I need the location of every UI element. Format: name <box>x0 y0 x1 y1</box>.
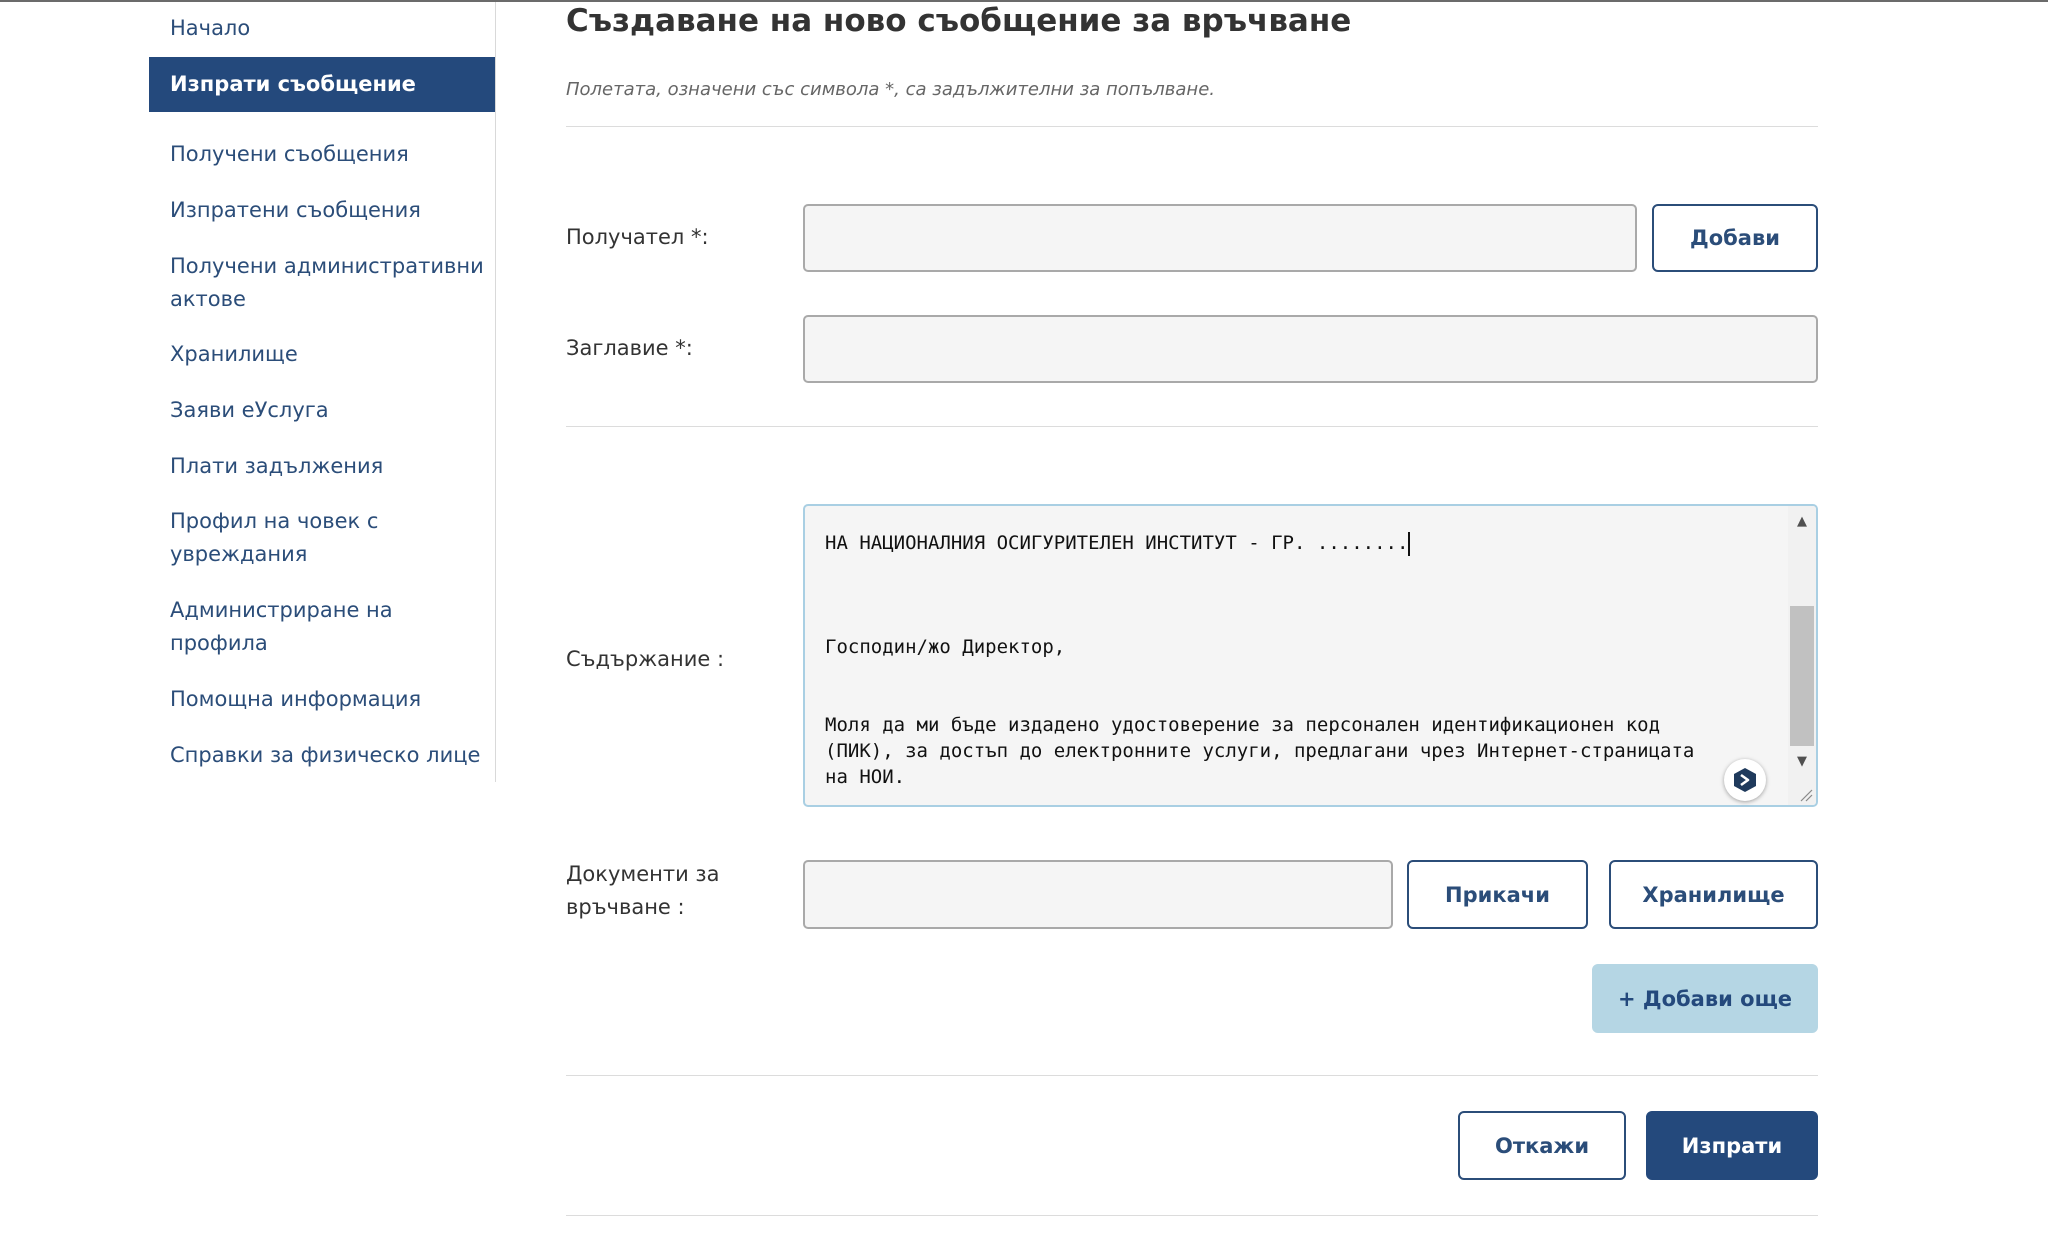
sidebar-item-pay-obligations[interactable]: Плати задължения <box>149 450 495 483</box>
documents-label: Документи за връчване : <box>566 862 720 919</box>
divider <box>566 1215 1818 1216</box>
attach-button[interactable]: Прикачи <box>1407 860 1588 929</box>
content-line: на НОИ. <box>825 766 906 788</box>
resize-handle-icon[interactable] <box>1799 788 1813 802</box>
sidebar-item-profile-administration[interactable]: Администриране на профила <box>149 594 495 660</box>
divider <box>566 126 1818 127</box>
triangle-up-icon[interactable]: ▲ <box>1788 510 1816 532</box>
storage-button[interactable]: Хранилище <box>1609 860 1818 929</box>
add-more-button[interactable]: + Добави още <box>1592 964 1818 1033</box>
content-line: (ПИК), за достъп до електронните услуги,… <box>825 740 1695 762</box>
content-line: Господин/жо Директор, <box>825 636 1066 658</box>
cancel-button[interactable]: Откажи <box>1458 1111 1626 1180</box>
sidebar-item-help[interactable]: Помощна информация <box>149 683 495 716</box>
add-recipient-button[interactable]: Добави <box>1652 204 1818 272</box>
content-line: Моля да ми бъде издадено удостоверение з… <box>825 714 1661 736</box>
triangle-down-icon[interactable]: ▼ <box>1788 750 1816 772</box>
documents-input[interactable] <box>803 860 1393 929</box>
text-caret <box>1408 531 1411 556</box>
content-label: Съдържание : <box>566 647 725 671</box>
required-fields-hint: Полетата, означени със символа *, са зад… <box>566 79 1215 100</box>
sidebar-nav: Начало Изпрати съобщение Получени съобще… <box>149 2 496 782</box>
divider <box>566 426 1818 427</box>
subject-input[interactable] <box>803 315 1818 383</box>
content-text: НА НАЦИОНАЛНИЯ ОСИГУРИТЕЛЕН ИНСТИТУТ - Г… <box>825 530 1780 790</box>
sidebar-item-home[interactable]: Начало <box>149 12 495 45</box>
extension-badge-icon[interactable] <box>1724 759 1766 801</box>
sidebar-item-sent-messages[interactable]: Изпратени съобщения <box>149 194 495 227</box>
content-textarea[interactable]: НА НАЦИОНАЛНИЯ ОСИГУРИТЕЛЕН ИНСТИТУТ - Г… <box>803 504 1818 807</box>
sidebar-item-request-eservice[interactable]: Заяви еУслуга <box>149 394 495 427</box>
sidebar-item-administrative-acts[interactable]: Получени административни актове <box>149 250 495 316</box>
textarea-scrollbar[interactable]: ▲ ▼ <box>1788 506 1816 805</box>
sidebar-item-storage[interactable]: Хранилище <box>149 338 495 371</box>
sidebar-item-send-message[interactable]: Изпрати съобщение <box>149 57 495 112</box>
sidebar-item-person-reports[interactable]: Справки за физическо лице <box>149 739 495 772</box>
subject-label: Заглавие *: <box>566 336 693 360</box>
page-title: Създаване на ново съобщение за връчване <box>566 3 1352 39</box>
recipient-input[interactable] <box>803 204 1637 272</box>
recipient-label: Получател *: <box>566 225 709 249</box>
sidebar-item-received-messages[interactable]: Получени съобщения <box>149 138 495 171</box>
sidebar-item-disability-profile[interactable]: Профил на човек с увреждания <box>149 505 495 571</box>
send-button[interactable]: Изпрати <box>1646 1111 1818 1180</box>
scroll-thumb[interactable] <box>1790 606 1814 746</box>
content-line: НА НАЦИОНАЛНИЯ ОСИГУРИТЕЛЕН ИНСТИТУТ - Г… <box>825 532 1409 554</box>
extension-logo-icon <box>1734 768 1756 792</box>
divider <box>566 1075 1818 1076</box>
main-content: Създаване на ново съобщение за връчване … <box>566 0 1818 1242</box>
